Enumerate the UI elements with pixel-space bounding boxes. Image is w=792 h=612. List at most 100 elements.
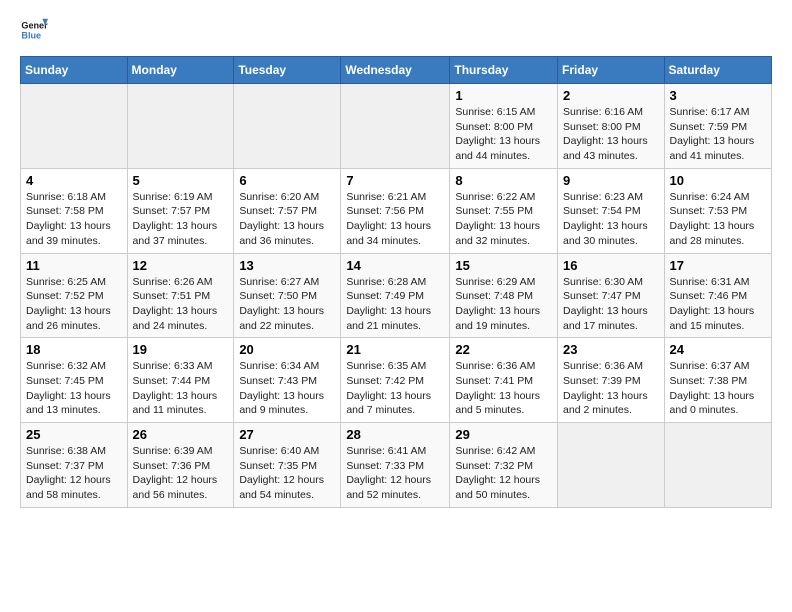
calendar-cell: 7 Sunrise: 6:21 AM Sunset: 7:56 PM Daylig… xyxy=(341,168,450,253)
calendar-cell: 29 Sunrise: 6:42 AM Sunset: 7:32 PM Dayli… xyxy=(450,423,558,508)
day-detail: Sunrise: 6:31 AM Sunset: 7:46 PM Dayligh… xyxy=(670,275,766,334)
day-detail: Sunrise: 6:22 AM Sunset: 7:55 PM Dayligh… xyxy=(455,190,552,249)
day-detail: Sunrise: 6:36 AM Sunset: 7:39 PM Dayligh… xyxy=(563,359,659,418)
day-detail: Sunrise: 6:24 AM Sunset: 7:53 PM Dayligh… xyxy=(670,190,766,249)
day-detail: Sunrise: 6:25 AM Sunset: 7:52 PM Dayligh… xyxy=(26,275,122,334)
header-monday: Monday xyxy=(127,57,234,84)
day-detail: Sunrise: 6:20 AM Sunset: 7:57 PM Dayligh… xyxy=(239,190,335,249)
day-detail: Sunrise: 6:42 AM Sunset: 7:32 PM Dayligh… xyxy=(455,444,552,503)
day-detail: Sunrise: 6:36 AM Sunset: 7:41 PM Dayligh… xyxy=(455,359,552,418)
day-detail: Sunrise: 6:16 AM Sunset: 8:00 PM Dayligh… xyxy=(563,105,659,164)
day-detail: Sunrise: 6:37 AM Sunset: 7:38 PM Dayligh… xyxy=(670,359,766,418)
calendar-table: SundayMondayTuesdayWednesdayThursdayFrid… xyxy=(20,56,772,508)
calendar-cell: 20 Sunrise: 6:34 AM Sunset: 7:43 PM Dayli… xyxy=(234,338,341,423)
calendar-cell xyxy=(558,423,665,508)
day-detail: Sunrise: 6:38 AM Sunset: 7:37 PM Dayligh… xyxy=(26,444,122,503)
day-detail: Sunrise: 6:41 AM Sunset: 7:33 PM Dayligh… xyxy=(346,444,444,503)
calendar-week-row: 18 Sunrise: 6:32 AM Sunset: 7:45 PM Dayli… xyxy=(21,338,772,423)
calendar-cell: 15 Sunrise: 6:29 AM Sunset: 7:48 PM Dayli… xyxy=(450,253,558,338)
calendar-cell: 4Sunrise: 6:18 AM Sunset: 7:58 PM Daylig… xyxy=(21,168,128,253)
calendar-cell: 21 Sunrise: 6:35 AM Sunset: 7:42 PM Dayli… xyxy=(341,338,450,423)
calendar-header-row: SundayMondayTuesdayWednesdayThursdayFrid… xyxy=(21,57,772,84)
day-number: 12 xyxy=(133,258,229,273)
day-number: 28 xyxy=(346,427,444,442)
day-number: 13 xyxy=(239,258,335,273)
calendar-cell: 27 Sunrise: 6:40 AM Sunset: 7:35 PM Dayli… xyxy=(234,423,341,508)
calendar-cell: 22 Sunrise: 6:36 AM Sunset: 7:41 PM Dayli… xyxy=(450,338,558,423)
day-detail: Sunrise: 6:15 AM Sunset: 8:00 PM Dayligh… xyxy=(455,105,552,164)
top-bar: General Blue xyxy=(20,16,772,48)
day-detail: Sunrise: 6:33 AM Sunset: 7:44 PM Dayligh… xyxy=(133,359,229,418)
day-number: 3 xyxy=(670,88,766,103)
calendar-cell: 24 Sunrise: 6:37 AM Sunset: 7:38 PM Dayli… xyxy=(664,338,771,423)
day-number: 24 xyxy=(670,342,766,357)
day-number: 22 xyxy=(455,342,552,357)
calendar-cell: 8 Sunrise: 6:22 AM Sunset: 7:55 PM Daylig… xyxy=(450,168,558,253)
calendar-cell: 14Sunrise: 6:28 AM Sunset: 7:49 PM Dayli… xyxy=(341,253,450,338)
header-thursday: Thursday xyxy=(450,57,558,84)
day-number: 17 xyxy=(670,258,766,273)
calendar-cell xyxy=(21,84,128,169)
day-detail: Sunrise: 6:29 AM Sunset: 7:48 PM Dayligh… xyxy=(455,275,552,334)
day-detail: Sunrise: 6:30 AM Sunset: 7:47 PM Dayligh… xyxy=(563,275,659,334)
header-saturday: Saturday xyxy=(664,57,771,84)
calendar-cell: 26 Sunrise: 6:39 AM Sunset: 7:36 PM Dayli… xyxy=(127,423,234,508)
day-number: 29 xyxy=(455,427,552,442)
day-number: 18 xyxy=(26,342,122,357)
header-wednesday: Wednesday xyxy=(341,57,450,84)
day-number: 4 xyxy=(26,173,122,188)
day-number: 20 xyxy=(239,342,335,357)
calendar-week-row: 25Sunrise: 6:38 AM Sunset: 7:37 PM Dayli… xyxy=(21,423,772,508)
calendar-cell: 16 Sunrise: 6:30 AM Sunset: 7:47 PM Dayli… xyxy=(558,253,665,338)
day-detail: Sunrise: 6:40 AM Sunset: 7:35 PM Dayligh… xyxy=(239,444,335,503)
day-number: 7 xyxy=(346,173,444,188)
calendar-cell: 19 Sunrise: 6:33 AM Sunset: 7:44 PM Dayli… xyxy=(127,338,234,423)
day-detail: Sunrise: 6:35 AM Sunset: 7:42 PM Dayligh… xyxy=(346,359,444,418)
day-detail: Sunrise: 6:27 AM Sunset: 7:50 PM Dayligh… xyxy=(239,275,335,334)
calendar-cell: 10 Sunrise: 6:24 AM Sunset: 7:53 PM Dayli… xyxy=(664,168,771,253)
calendar-cell xyxy=(234,84,341,169)
calendar-cell: 6 Sunrise: 6:20 AM Sunset: 7:57 PM Daylig… xyxy=(234,168,341,253)
day-detail: Sunrise: 6:23 AM Sunset: 7:54 PM Dayligh… xyxy=(563,190,659,249)
day-detail: Sunrise: 6:32 AM Sunset: 7:45 PM Dayligh… xyxy=(26,359,122,418)
day-detail: Sunrise: 6:21 AM Sunset: 7:56 PM Dayligh… xyxy=(346,190,444,249)
day-number: 6 xyxy=(239,173,335,188)
calendar-cell: 11 Sunrise: 6:25 AM Sunset: 7:52 PM Dayli… xyxy=(21,253,128,338)
day-number: 27 xyxy=(239,427,335,442)
day-number: 11 xyxy=(26,258,122,273)
calendar-cell: 3Sunrise: 6:17 AM Sunset: 7:59 PM Daylig… xyxy=(664,84,771,169)
day-number: 8 xyxy=(455,173,552,188)
day-number: 15 xyxy=(455,258,552,273)
calendar-week-row: 4Sunrise: 6:18 AM Sunset: 7:58 PM Daylig… xyxy=(21,168,772,253)
calendar-cell: 17 Sunrise: 6:31 AM Sunset: 7:46 PM Dayli… xyxy=(664,253,771,338)
logo-icon: General Blue xyxy=(20,16,48,44)
calendar-cell: 9 Sunrise: 6:23 AM Sunset: 7:54 PM Daylig… xyxy=(558,168,665,253)
logo: General Blue xyxy=(20,16,52,44)
calendar-cell xyxy=(341,84,450,169)
calendar-week-row: 11 Sunrise: 6:25 AM Sunset: 7:52 PM Dayli… xyxy=(21,253,772,338)
day-number: 26 xyxy=(133,427,229,442)
day-detail: Sunrise: 6:39 AM Sunset: 7:36 PM Dayligh… xyxy=(133,444,229,503)
calendar-cell: 1 Sunrise: 6:15 AM Sunset: 8:00 PM Daylig… xyxy=(450,84,558,169)
day-number: 9 xyxy=(563,173,659,188)
day-number: 10 xyxy=(670,173,766,188)
header-friday: Friday xyxy=(558,57,665,84)
day-number: 1 xyxy=(455,88,552,103)
day-detail: Sunrise: 6:26 AM Sunset: 7:51 PM Dayligh… xyxy=(133,275,229,334)
day-detail: Sunrise: 6:34 AM Sunset: 7:43 PM Dayligh… xyxy=(239,359,335,418)
day-number: 23 xyxy=(563,342,659,357)
calendar-cell: 28 Sunrise: 6:41 AM Sunset: 7:33 PM Dayli… xyxy=(341,423,450,508)
svg-text:Blue: Blue xyxy=(21,30,41,40)
day-number: 21 xyxy=(346,342,444,357)
calendar-cell: 12 Sunrise: 6:26 AM Sunset: 7:51 PM Dayli… xyxy=(127,253,234,338)
header-sunday: Sunday xyxy=(21,57,128,84)
day-number: 14 xyxy=(346,258,444,273)
day-number: 16 xyxy=(563,258,659,273)
day-number: 19 xyxy=(133,342,229,357)
calendar-week-row: 1 Sunrise: 6:15 AM Sunset: 8:00 PM Daylig… xyxy=(21,84,772,169)
day-number: 2 xyxy=(563,88,659,103)
header-tuesday: Tuesday xyxy=(234,57,341,84)
calendar-cell xyxy=(127,84,234,169)
day-number: 5 xyxy=(133,173,229,188)
calendar-cell: 18 Sunrise: 6:32 AM Sunset: 7:45 PM Dayli… xyxy=(21,338,128,423)
